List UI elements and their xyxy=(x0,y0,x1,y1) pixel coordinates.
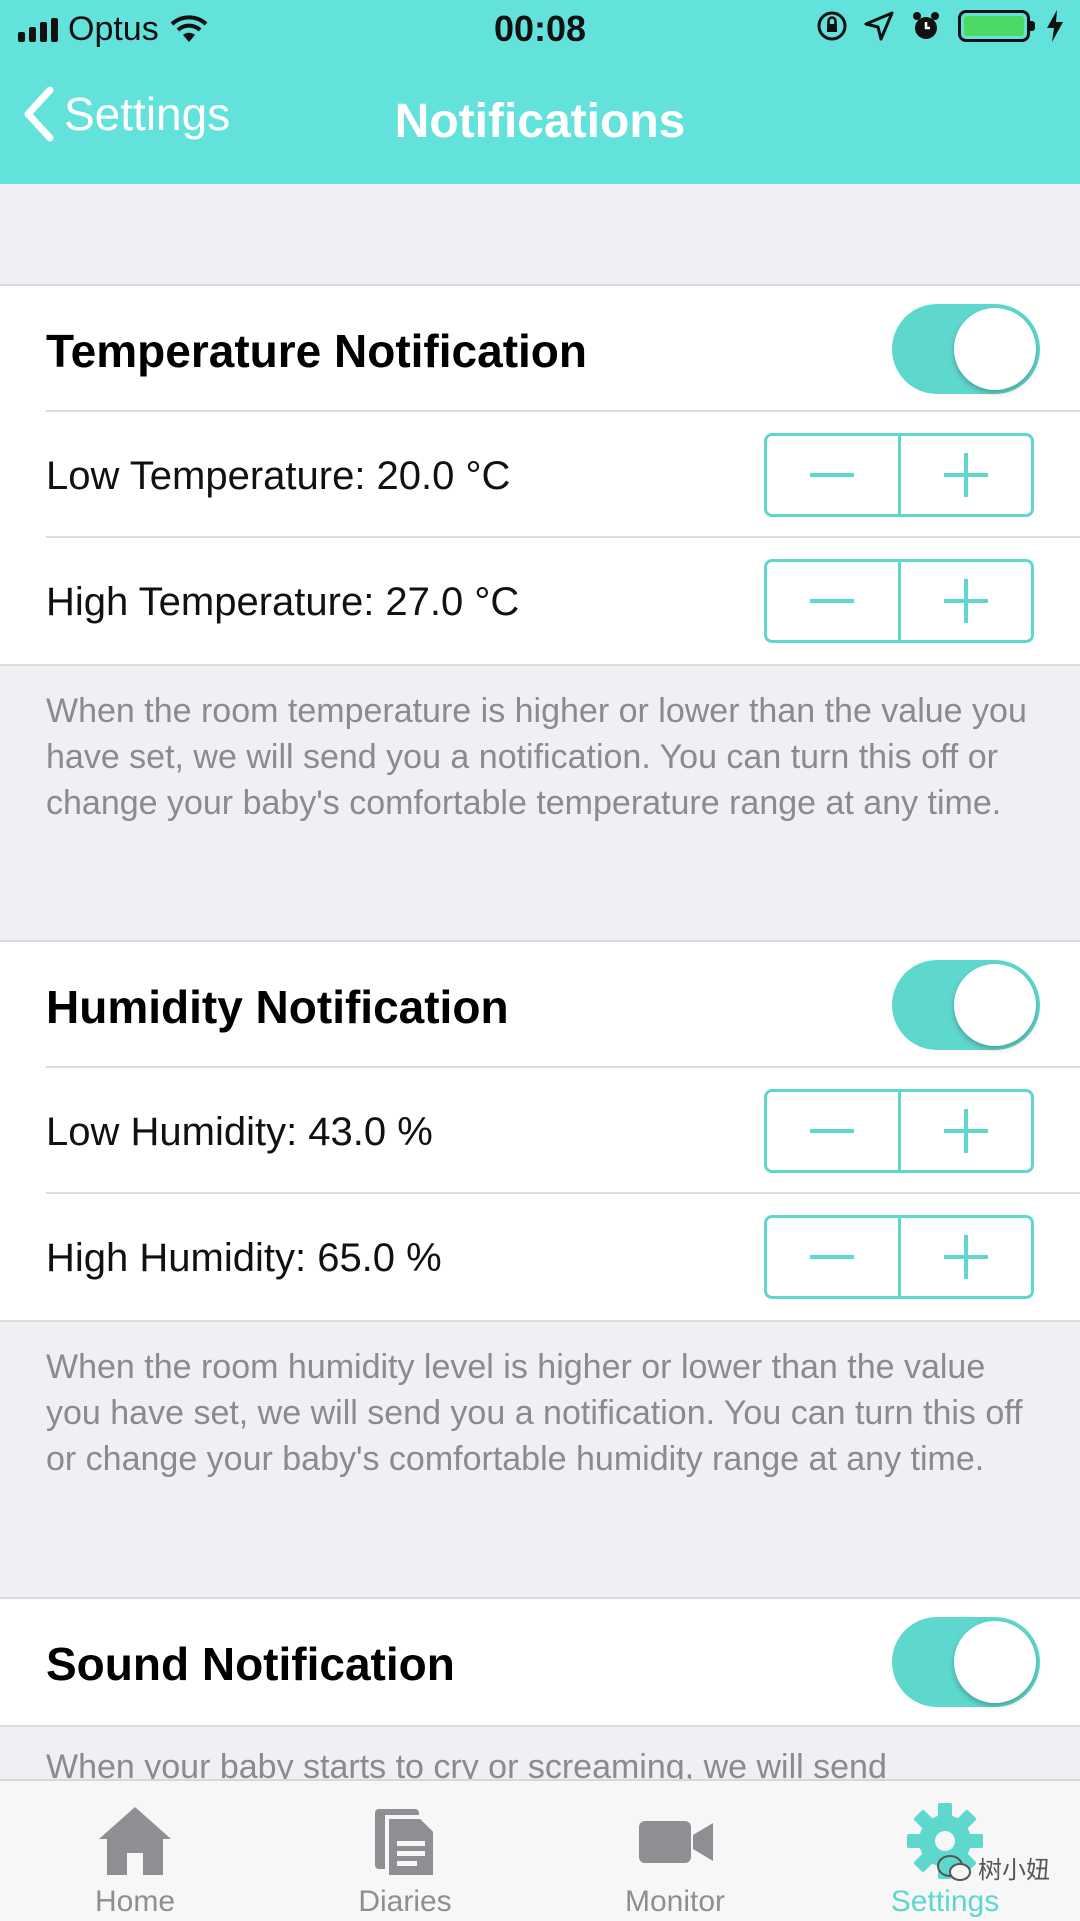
watermark-text: 树小妞 xyxy=(978,1857,1050,1884)
temperature-notification-row: Temperature Notification xyxy=(46,286,1080,412)
temperature-notification-toggle[interactable] xyxy=(892,304,1040,394)
low-humidity-label: Low Humidity: 43.0 % xyxy=(46,1110,433,1154)
humidity-description: When the room humidity level is higher o… xyxy=(46,1348,1023,1478)
high-temperature-stepper xyxy=(764,559,1034,643)
toggle-knob xyxy=(954,308,1036,390)
high-temperature-label: High Temperature: 27.0 °C xyxy=(46,580,520,624)
humidity-notification-toggle[interactable] xyxy=(892,960,1040,1050)
high-humidity-increase-button[interactable] xyxy=(897,1218,1032,1296)
plus-icon xyxy=(943,453,988,497)
battery-icon xyxy=(958,10,1035,42)
video-camera-icon xyxy=(639,1821,713,1863)
low-temperature-row: Low Temperature: 20.0 °C xyxy=(46,412,1080,538)
humidity-notification-title: Humidity Notification xyxy=(46,981,509,1033)
status-bar: Optus 00:08 xyxy=(0,0,1080,60)
low-humidity-increase-button[interactable] xyxy=(897,1092,1032,1170)
high-humidity-row: High Humidity: 65.0 % xyxy=(46,1194,1080,1320)
plus-icon xyxy=(943,1235,988,1279)
low-humidity-row: Low Humidity: 43.0 % xyxy=(46,1068,1080,1194)
minus-icon xyxy=(810,473,855,477)
rotation-lock-icon xyxy=(817,11,847,41)
temperature-description: When the room temperature is higher or l… xyxy=(46,692,1027,822)
sound-notification-toggle[interactable] xyxy=(892,1617,1040,1707)
low-humidity-stepper xyxy=(764,1089,1034,1173)
sound-notification-row: Sound Notification xyxy=(46,1599,1080,1725)
status-right xyxy=(816,10,1064,42)
humidity-notification-row: Humidity Notification xyxy=(46,942,1080,1068)
high-temperature-row: High Temperature: 27.0 °C xyxy=(46,538,1080,664)
sound-notification-title: Sound Notification xyxy=(46,1638,455,1690)
minus-icon xyxy=(810,1255,855,1259)
home-icon xyxy=(99,1807,171,1875)
minus-icon xyxy=(810,1129,855,1133)
sound-description: When your baby starts to cry or screamin… xyxy=(46,1748,887,1780)
battery-level xyxy=(964,16,1024,36)
tab-monitor-label: Monitor xyxy=(624,1885,726,1918)
plus-icon xyxy=(943,579,988,623)
tab-home[interactable]: Home xyxy=(0,1781,270,1921)
low-temperature-stepper xyxy=(764,433,1034,517)
low-temperature-label: Low Temperature: 20.0 °C xyxy=(46,454,511,498)
alarm-icon xyxy=(913,12,939,39)
tab-home-label: Home xyxy=(94,1885,176,1918)
low-temperature-decrease-button[interactable] xyxy=(767,436,898,514)
tab-diaries[interactable]: Diaries xyxy=(270,1781,540,1921)
low-temperature-increase-button[interactable] xyxy=(897,436,1032,514)
humidity-section: Humidity Notification Low Humidity: 43.0… xyxy=(0,940,1080,1322)
toggle-knob xyxy=(954,1621,1036,1703)
high-humidity-decrease-button[interactable] xyxy=(767,1218,898,1296)
tab-monitor[interactable]: Monitor xyxy=(540,1781,810,1921)
location-arrow-icon xyxy=(864,11,894,41)
toggle-knob xyxy=(954,964,1036,1046)
charging-bolt-icon xyxy=(1047,10,1063,42)
sound-section: Sound Notification xyxy=(0,1597,1080,1727)
tab-bar: Home Diaries Monitor Settings xyxy=(0,1779,1080,1921)
high-temperature-decrease-button[interactable] xyxy=(767,562,898,640)
high-temperature-increase-button[interactable] xyxy=(897,562,1032,640)
tab-settings-label: Settings xyxy=(890,1885,1000,1918)
temperature-section: Temperature Notification Low Temperature… xyxy=(0,284,1080,666)
document-icon xyxy=(375,1809,437,1879)
high-humidity-label: High Humidity: 65.0 % xyxy=(46,1236,442,1280)
navigation-bar: Settings Notifications xyxy=(0,72,1080,172)
plus-icon xyxy=(943,1109,988,1153)
page-title: Notifications xyxy=(394,95,686,148)
high-humidity-stepper xyxy=(764,1215,1034,1299)
wechat-icon xyxy=(937,1854,971,1881)
watermark: 树小妞 xyxy=(936,1850,1050,1885)
minus-icon xyxy=(810,599,855,603)
tab-diaries-label: Diaries xyxy=(358,1885,452,1918)
header: Optus 00:08 Settings Notifications xyxy=(0,0,1080,184)
low-humidity-decrease-button[interactable] xyxy=(767,1092,898,1170)
temperature-notification-title: Temperature Notification xyxy=(46,325,587,377)
